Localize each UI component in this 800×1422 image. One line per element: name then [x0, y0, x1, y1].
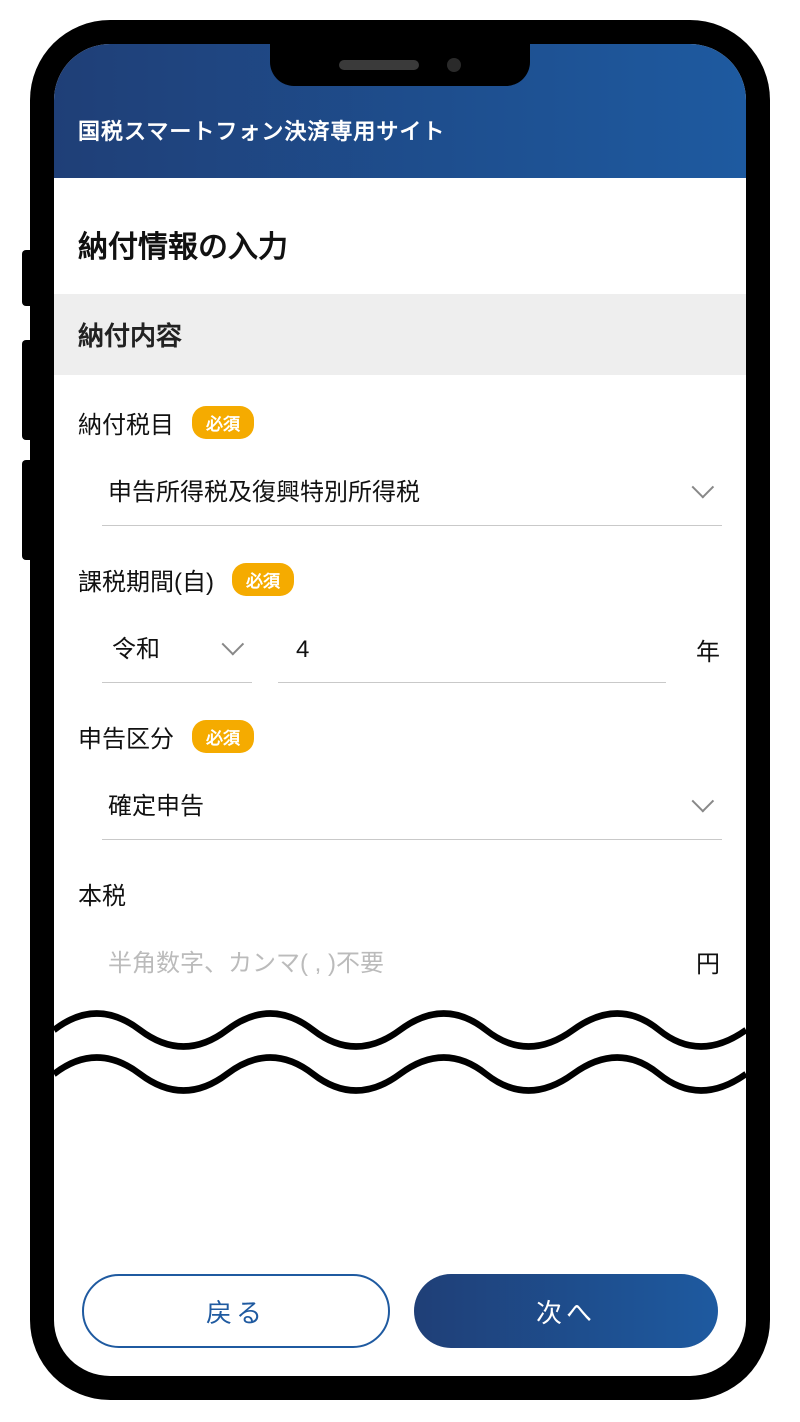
year-value: 4 — [296, 636, 309, 663]
main-tax-placeholder: 半角数字、カンマ( , )不要 — [108, 950, 384, 977]
phone-screen: 国税スマートフォン決済専用サイト 納付情報の入力 納付内容 納付税目 必須 申告… — [54, 44, 746, 1376]
section-title: 納付内容 — [54, 294, 746, 375]
phone-frame: 国税スマートフォン決済専用サイト 納付情報の入力 納付内容 納付税目 必須 申告… — [30, 20, 770, 1400]
main-tax-label: 本税 — [78, 876, 126, 911]
era-value: 令和 — [112, 629, 160, 664]
button-bar: 戻る 次へ — [54, 1274, 746, 1348]
filing-type-label: 申告区分 — [78, 719, 174, 754]
era-select[interactable]: 令和 — [102, 617, 252, 683]
year-input[interactable]: 4 — [278, 624, 666, 683]
tax-item-value: 申告所得税及復興特別所得税 — [108, 472, 420, 507]
chevron-down-icon — [692, 789, 715, 812]
required-badge: 必須 — [192, 720, 254, 753]
tax-period-label: 課税期間(自) — [78, 562, 214, 597]
tax-item-select[interactable]: 申告所得税及復興特別所得税 — [102, 460, 722, 526]
hw-volume-up — [22, 340, 30, 440]
speaker-icon — [339, 60, 419, 70]
field-filing-type: 申告区分 必須 確定申告 — [54, 689, 746, 846]
chevron-down-icon — [222, 632, 245, 655]
next-button[interactable]: 次へ — [414, 1274, 718, 1348]
chevron-down-icon — [692, 475, 715, 498]
phone-notch — [270, 44, 530, 86]
required-badge: 必須 — [232, 563, 294, 596]
unit-year: 年 — [692, 632, 722, 683]
hw-mute-switch — [22, 250, 30, 306]
field-tax-period: 課税期間(自) 必須 令和 4 年 — [54, 532, 746, 689]
filing-type-select[interactable]: 確定申告 — [102, 774, 722, 840]
hw-volume-down — [22, 460, 30, 560]
filing-type-value: 確定申告 — [108, 786, 204, 821]
main-tax-input[interactable]: 半角数字、カンマ( , )不要 — [102, 931, 674, 997]
tax-item-label: 納付税目 — [78, 405, 174, 440]
app-title: 国税スマートフォン決済専用サイト — [78, 119, 445, 144]
back-button[interactable]: 戻る — [82, 1274, 390, 1348]
back-button-label: 戻る — [206, 1293, 266, 1330]
unit-yen: 円 — [692, 944, 722, 997]
page-break-wave-icon — [54, 997, 746, 1107]
required-badge: 必須 — [192, 406, 254, 439]
next-button-label: 次へ — [536, 1293, 596, 1330]
field-tax-item: 納付税目 必須 申告所得税及復興特別所得税 — [54, 375, 746, 532]
field-main-tax: 本税 半角数字、カンマ( , )不要 円 — [54, 846, 746, 997]
page-title: 納付情報の入力 — [54, 178, 746, 294]
camera-icon — [447, 58, 461, 72]
